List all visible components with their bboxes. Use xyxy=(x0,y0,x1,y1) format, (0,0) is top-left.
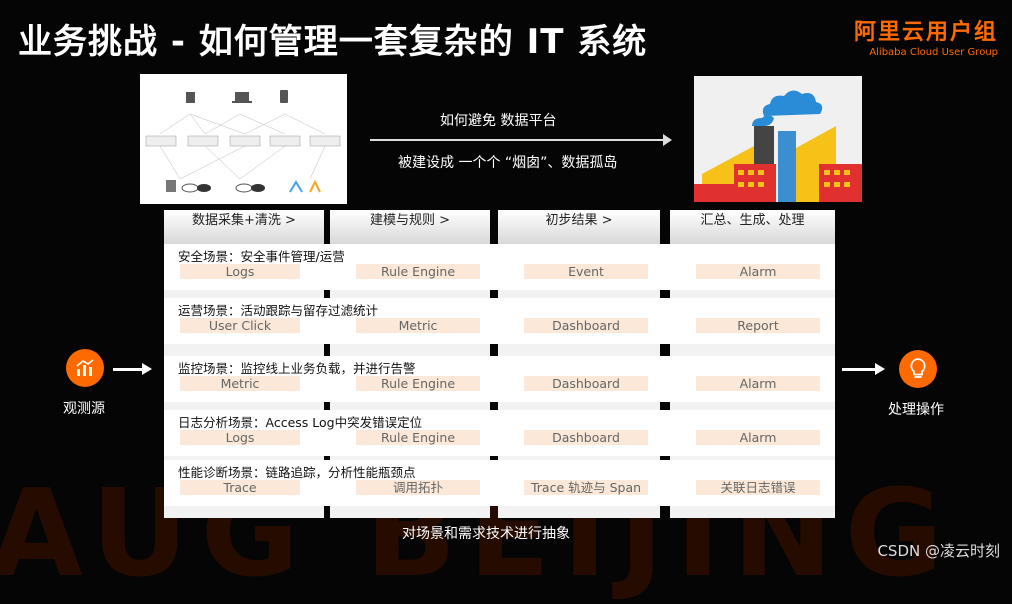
table-cell: Dashboard xyxy=(524,376,648,391)
table-cell: Alarm xyxy=(696,264,820,279)
table-cell: Trace 轨迹与 Span xyxy=(524,480,648,495)
brand-name: 阿里云用户组 xyxy=(853,20,998,45)
factory-chimney-image xyxy=(694,76,862,202)
observation-source-icon xyxy=(66,349,104,387)
middle-text-line2: 被建设成 一个个 “烟囱”、数据孤岛 xyxy=(398,155,618,171)
table-cell: Event xyxy=(524,264,648,279)
bottom-caption: 对场景和需求技术进行抽象 xyxy=(402,526,570,542)
table-row: 运营场景：活动跟踪与留存过滤统计 User Click Metric Dashb… xyxy=(164,298,835,344)
right-arrow xyxy=(842,363,885,375)
observation-source-label: 观测源 xyxy=(63,401,105,417)
column-header: 建模与规则 > xyxy=(330,210,490,244)
brand-subtitle: Alibaba Cloud User Group xyxy=(869,47,998,58)
column-header: 初步结果 > xyxy=(498,210,660,244)
column-header: 数据采集+清洗 > xyxy=(164,210,324,244)
table-cell: Trace xyxy=(180,480,300,495)
table-cell: Alarm xyxy=(696,376,820,391)
table-row: 安全场景：安全事件管理/运营 Logs Rule Engine Event Al… xyxy=(164,244,835,290)
middle-text-line1: 如何避免 数据平台 xyxy=(440,113,557,129)
column-header: 汇总、生成、处理 xyxy=(670,210,835,244)
csdn-credit: CSDN @凌云时刻 xyxy=(877,542,1000,560)
table-cell: Logs xyxy=(180,264,300,279)
table-cell: Dashboard xyxy=(524,318,648,333)
table-cell: User Click xyxy=(180,318,300,333)
page-title: 业务挑战 - 如何管理一套复杂的 IT 系统 xyxy=(18,22,648,62)
row-title: 性能诊断场景：链路追踪，分析性能瓶颈点 xyxy=(178,465,416,480)
table-row: 日志分析场景：Access Log中突发错误定位 Logs Rule Engin… xyxy=(164,410,835,456)
table-cell: Logs xyxy=(180,430,300,445)
processing-action-label: 处理操作 xyxy=(888,402,944,418)
table-row: 性能诊断场景：链路追踪，分析性能瓶颈点 Trace 调用拓扑 Trace 轨迹与… xyxy=(164,460,835,506)
middle-arrow xyxy=(370,134,672,146)
row-title: 运营场景：活动跟踪与留存过滤统计 xyxy=(178,303,379,318)
brand-logo: 阿里云用户组 Alibaba Cloud User Group xyxy=(854,14,998,58)
left-arrow xyxy=(113,363,152,375)
table-cell: 调用拓扑 xyxy=(356,480,480,495)
row-title: 安全场景：安全事件管理/运营 xyxy=(178,249,345,264)
table-cell: 关联日志错误 xyxy=(696,480,820,495)
row-title: 监控场景：监控线上业务负载，并进行告警 xyxy=(178,361,416,376)
processing-action-icon xyxy=(899,350,937,388)
table-cell: Rule Engine xyxy=(356,376,480,391)
table-cell: Dashboard xyxy=(524,430,648,445)
table-cell: Metric xyxy=(356,318,480,333)
architecture-diagram-image xyxy=(140,74,347,204)
table-cell: Rule Engine xyxy=(356,264,480,279)
row-title: 日志分析场景：Access Log中突发错误定位 xyxy=(178,415,423,430)
table-cell: Report xyxy=(696,318,820,333)
table-cell: Metric xyxy=(180,376,300,391)
table-row: 监控场景：监控线上业务负载，并进行告警 Metric Rule Engine D… xyxy=(164,356,835,402)
scenario-table: 数据采集+清洗 > 建模与规则 > 初步结果 > 汇总、生成、处理 安全场景：安… xyxy=(164,210,835,518)
table-cell: Rule Engine xyxy=(356,430,480,445)
table-cell: Alarm xyxy=(696,430,820,445)
